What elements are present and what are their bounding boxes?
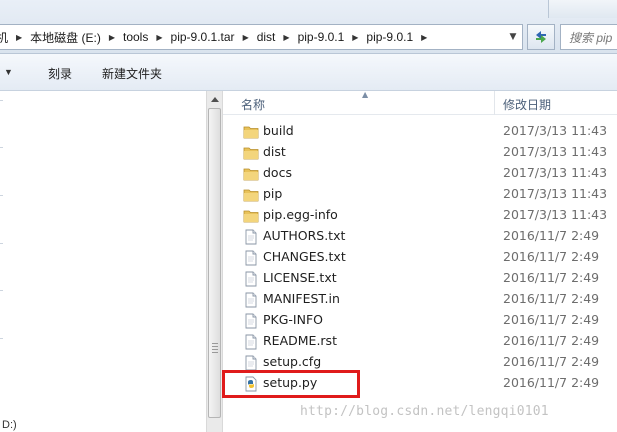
file-name: build [263,123,294,138]
document-icon [243,229,259,245]
breadcrumb-separator-icon[interactable]: ▶ [238,33,254,42]
file-row[interactable]: README.rst 2016/11/7 2:49 [223,331,617,352]
file-name: setup.cfg [263,354,322,369]
breadcrumb-drive[interactable]: 本地磁盘 (E:) [27,29,104,46]
navigation-pane[interactable]: D:) [0,91,206,432]
file-name: AUTHORS.txt [263,228,346,243]
file-row[interactable]: LICENSE.txt 2016/11/7 2:49 [223,268,617,289]
command-bar: ▼ 刻录 新建文件夹 [0,54,617,91]
breadcrumb-pip-outer[interactable]: pip-9.0.1 [295,30,348,44]
document-icon [243,334,259,350]
address-bar-row: 机 ▶ 本地磁盘 (E:) ▶ tools ▶ pip-9.0.1.tar ▶ … [0,0,617,54]
file-name: MANIFEST.in [263,291,340,306]
document-icon [243,313,259,329]
file-date-modified: 2016/11/7 2:49 [503,228,600,243]
file-date-modified: 2016/11/7 2:49 [503,291,600,306]
file-date-modified: 2016/11/7 2:49 [503,333,600,348]
nav-divider [0,100,3,101]
nav-divider [0,290,3,291]
file-date-modified: 2016/11/7 2:49 [503,375,600,390]
folder-icon [243,187,259,203]
file-date-modified: 2017/3/13 11:43 [503,144,608,159]
file-date-modified: 2017/3/13 11:43 [503,165,608,180]
breadcrumb-separator-icon[interactable]: ▶ [151,33,167,42]
document-icon [243,271,259,287]
file-date-modified: 2016/11/7 2:49 [503,270,600,285]
file-row[interactable]: dist 2017/3/13 11:43 [223,142,617,163]
file-name: pip.egg-info [263,207,338,222]
breadcrumb-separator-icon[interactable]: ▶ [11,33,27,42]
nav-item-drive-d[interactable]: D:) [2,419,17,431]
file-row[interactable]: build 2017/3/13 11:43 [223,121,617,142]
file-date-modified: 2016/11/7 2:49 [503,249,600,264]
file-name: dist [263,144,286,159]
breadcrumb-separator-icon[interactable]: ▶ [416,33,432,42]
folder-icon [243,208,259,224]
breadcrumb-tools[interactable]: tools [120,30,151,44]
file-row[interactable]: pip.egg-info 2017/3/13 11:43 [223,205,617,226]
column-header-date-modified[interactable]: 修改日期 [503,96,551,113]
breadcrumb-tar[interactable]: pip-9.0.1.tar [168,30,238,44]
folder-icon [243,124,259,140]
file-date-modified: 2017/3/13 11:43 [503,207,608,222]
watermark-url: http://blog.csdn.net/lengqi0101 [300,404,549,419]
scrollbar-grip [212,352,218,353]
folder-icon [243,145,259,161]
breadcrumb-separator-icon[interactable]: ▶ [278,33,294,42]
document-icon [243,355,259,371]
file-row[interactable]: MANIFEST.in 2016/11/7 2:49 [223,289,617,310]
nav-divider [0,243,3,244]
file-row[interactable]: PKG-INFO 2016/11/7 2:49 [223,310,617,331]
nav-divider [0,338,3,339]
burn-button[interactable]: 刻录 [48,65,72,82]
scroll-up-arrow-icon[interactable] [207,91,222,107]
search-input[interactable]: 搜索 pip [560,24,617,50]
file-row[interactable]: CHANGES.txt 2016/11/7 2:49 [223,247,617,268]
file-name: LICENSE.txt [263,270,337,285]
file-name: pip [263,186,283,201]
sort-ascending-icon: ▲ [362,90,369,99]
nav-divider [0,195,3,196]
organize-chevron-down-icon[interactable]: ▼ [4,67,13,77]
column-divider[interactable] [494,91,495,115]
file-name: PKG-INFO [263,312,323,327]
breadcrumb-separator-icon[interactable]: ▶ [347,33,363,42]
document-icon [243,292,259,308]
file-date-modified: 2016/11/7 2:49 [503,312,600,327]
column-header-row: ▲ 名称 修改日期 [223,90,617,115]
refresh-icon [536,31,546,43]
scrollbar-grip [212,343,218,344]
nav-divider [0,147,3,148]
window-title-area [548,0,617,18]
column-header-name[interactable]: 名称 [241,96,265,113]
annotation-highlight-box [222,370,360,398]
breadcrumb-pip-inner[interactable]: pip-9.0.1 [363,30,416,44]
breadcrumb-computer[interactable]: 机 [0,29,11,46]
new-folder-button[interactable]: 新建文件夹 [102,65,162,82]
breadcrumb-dist[interactable]: dist [254,30,279,44]
address-history-chevron-down-icon[interactable]: ▼ [503,24,523,50]
file-name: docs [263,165,292,180]
navigation-scrollbar[interactable] [206,91,223,432]
scrollbar-thumb[interactable] [208,108,221,418]
file-name: CHANGES.txt [263,249,346,264]
document-icon [243,250,259,266]
file-row[interactable]: AUTHORS.txt 2016/11/7 2:49 [223,226,617,247]
file-date-modified: 2017/3/13 11:43 [503,186,608,201]
breadcrumb-separator-icon[interactable]: ▶ [104,33,120,42]
scrollbar-grip [212,349,218,350]
file-date-modified: 2016/11/7 2:49 [503,354,600,369]
refresh-button[interactable] [527,24,555,50]
file-row[interactable]: pip 2017/3/13 11:43 [223,184,617,205]
file-date-modified: 2017/3/13 11:43 [503,123,608,138]
scrollbar-grip [212,346,218,347]
file-row[interactable]: docs 2017/3/13 11:43 [223,163,617,184]
file-name: README.rst [263,333,337,348]
address-bar[interactable]: 机 ▶ 本地磁盘 (E:) ▶ tools ▶ pip-9.0.1.tar ▶ … [0,24,523,50]
folder-icon [243,166,259,182]
